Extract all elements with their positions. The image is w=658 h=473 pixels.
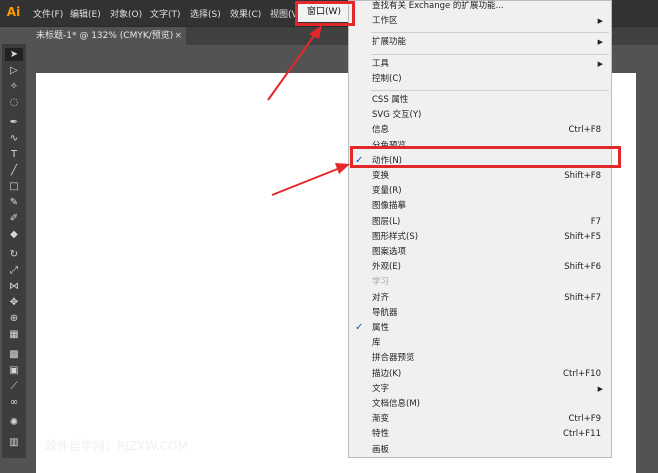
arrow-head-actions-item [335,163,350,174]
watermark-text: 软件自学网：RJZXW.COM [45,439,188,453]
arrow-to-actions-item [271,167,341,196]
annotation-arrows [267,25,350,196]
arrow-head-window-menu [309,25,322,39]
arrow-to-window-menu [267,32,317,101]
